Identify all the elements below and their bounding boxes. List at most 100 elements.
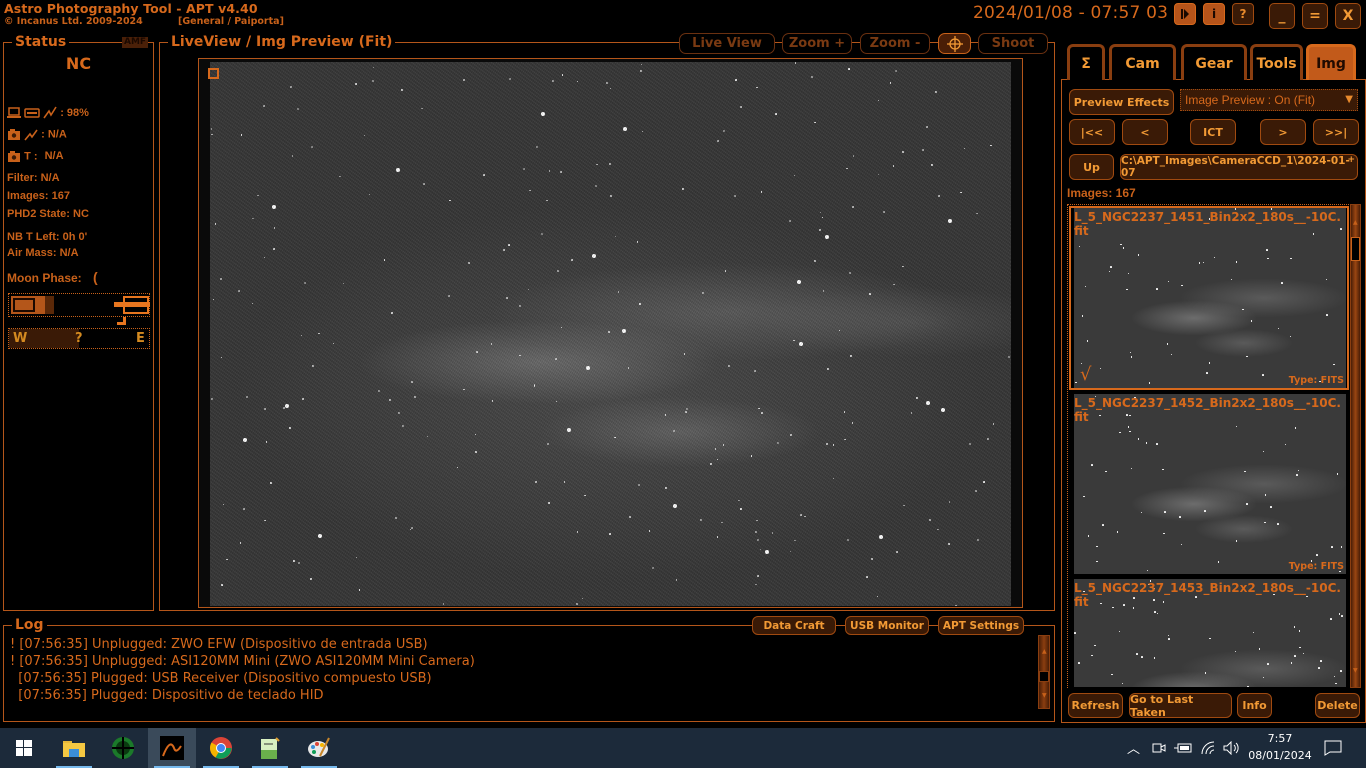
star — [879, 534, 884, 539]
star — [832, 444, 835, 446]
first-image-button[interactable]: |<< — [1069, 119, 1115, 145]
tab-cam[interactable]: Cam — [1109, 44, 1176, 80]
star — [948, 501, 951, 503]
tab-summary[interactable]: Σ — [1067, 44, 1105, 80]
status-title: Status — [12, 35, 70, 49]
star — [1146, 569, 1149, 572]
delete-image-button[interactable]: Delete — [1315, 693, 1360, 718]
taskbar-file-explorer[interactable] — [50, 728, 98, 768]
clock-time[interactable]: 7:57 — [1250, 732, 1310, 745]
usb-monitor-button[interactable]: USB Monitor — [845, 616, 929, 635]
zoom-in-button[interactable]: Zoom + — [782, 33, 852, 54]
image-viewport[interactable] — [198, 58, 1023, 608]
play-script-button[interactable] — [1174, 3, 1196, 25]
data-craft-button[interactable]: Data Craft — [752, 616, 836, 635]
star — [1289, 335, 1292, 337]
star — [968, 442, 971, 445]
thumbnail-filename: L_5_NGC2237_1452_Bin2x2_180s__-10C.fit — [1074, 396, 1341, 424]
image-preview-select[interactable]: Image Preview : On (Fit) ▼ — [1180, 89, 1358, 111]
star — [548, 170, 551, 172]
scroll-down-icon[interactable]: ▼ — [1042, 692, 1047, 699]
minimize-button[interactable]: _ — [1269, 3, 1295, 29]
taskbar-notepad-plus[interactable] — [246, 728, 294, 768]
ict-button[interactable]: ICT — [1190, 119, 1236, 145]
shoot-button[interactable]: Shoot — [978, 33, 1048, 54]
start-button[interactable] — [0, 728, 48, 768]
star — [263, 105, 266, 108]
image-preview-value: Image Preview : On (Fit) — [1185, 93, 1316, 107]
thumbnail-item[interactable]: L_5_NGC2237_1451_Bin2x2_180s__-10C.fit √… — [1074, 208, 1346, 388]
scroll-down-icon[interactable]: ▼ — [1353, 667, 1358, 674]
preview-effects-button[interactable]: Preview Effects — [1069, 89, 1174, 115]
last-image-button[interactable]: >>| — [1313, 119, 1359, 145]
clock-date[interactable]: 08/01/2024 — [1246, 749, 1314, 762]
star — [1167, 280, 1170, 283]
crosshair-button[interactable] — [938, 33, 971, 54]
star — [1267, 663, 1269, 665]
star — [608, 331, 610, 333]
go-to-last-taken-button[interactable]: Go to Last Taken — [1129, 693, 1232, 719]
log-scrollbar[interactable]: ▲ ▼ — [1038, 635, 1050, 709]
tab-gear[interactable]: Gear — [1181, 44, 1247, 80]
zoom-out-button[interactable]: Zoom - — [860, 33, 930, 54]
scroll-up-icon[interactable]: ▲ — [1353, 219, 1358, 226]
taskbar-phd2[interactable] — [99, 728, 147, 768]
info-image-button[interactable]: Info — [1237, 693, 1272, 718]
star — [413, 396, 416, 399]
star — [456, 466, 459, 469]
taskbar-chrome[interactable] — [197, 728, 245, 768]
star — [1153, 657, 1156, 659]
star — [889, 82, 892, 84]
close-button[interactable]: X — [1335, 3, 1361, 29]
tab-tools[interactable]: Tools — [1250, 44, 1303, 80]
star — [609, 533, 611, 535]
prev-image-button[interactable]: < — [1122, 119, 1168, 145]
wifi-icon[interactable] — [1200, 741, 1216, 755]
star — [641, 130, 644, 132]
thumbnail-item[interactable]: L_5_NGC2237_1453_Bin2x2_180s__-10C.fit — [1074, 579, 1346, 687]
scroll-up-icon[interactable]: ▲ — [1042, 648, 1047, 655]
taskbar-paint[interactable] — [295, 728, 343, 768]
star — [716, 536, 719, 538]
star — [1270, 506, 1272, 508]
refresh-button[interactable]: Refresh — [1068, 693, 1123, 718]
tab-img[interactable]: Img — [1306, 44, 1356, 80]
preview-image[interactable] — [210, 62, 1011, 606]
star — [221, 584, 223, 586]
info-button[interactable]: i — [1203, 3, 1225, 25]
notifications-icon[interactable] — [1324, 740, 1342, 756]
star — [298, 561, 301, 564]
star — [1127, 272, 1130, 275]
up-folder-button[interactable]: Up — [1069, 154, 1114, 180]
star — [1266, 249, 1268, 251]
live-view-button[interactable]: Live View — [679, 33, 775, 54]
log-scroll-thumb[interactable] — [1039, 671, 1049, 682]
star — [638, 484, 641, 487]
apt-settings-button[interactable]: APT Settings — [938, 616, 1024, 635]
star — [1284, 443, 1287, 446]
star — [541, 233, 544, 236]
star — [622, 328, 627, 333]
star — [547, 443, 550, 446]
show-hidden-icons[interactable]: ︿ — [1127, 738, 1140, 757]
camera-tray-icon[interactable] — [1152, 741, 1166, 755]
maximize-button[interactable]: = — [1302, 3, 1328, 29]
star — [1209, 637, 1211, 640]
checkmark-icon: √ — [1080, 364, 1092, 385]
star — [402, 424, 404, 427]
next-image-button[interactable]: > — [1260, 119, 1306, 145]
taskbar-apt[interactable] — [148, 728, 196, 768]
volume-icon[interactable] — [1223, 741, 1241, 755]
help-button[interactable]: ? — [1232, 3, 1254, 25]
folder-path-button[interactable]: C:\APT_Images\CameraCCD_1\2024-01-07 + — [1120, 154, 1358, 180]
star — [870, 557, 873, 560]
selection-marker[interactable] — [208, 68, 219, 79]
thumbnail-scrollbar[interactable]: ▲ ▼ — [1350, 204, 1361, 688]
star — [716, 458, 719, 461]
star — [734, 195, 737, 197]
star — [721, 521, 723, 524]
phd2-state: PHD2 State: NC — [7, 208, 89, 220]
thumbnail-scroll-thumb[interactable] — [1351, 237, 1360, 261]
battery-tray-icon[interactable] — [1174, 742, 1192, 754]
thumbnail-item[interactable]: L_5_NGC2237_1452_Bin2x2_180s__-10C.fit T… — [1074, 394, 1346, 574]
